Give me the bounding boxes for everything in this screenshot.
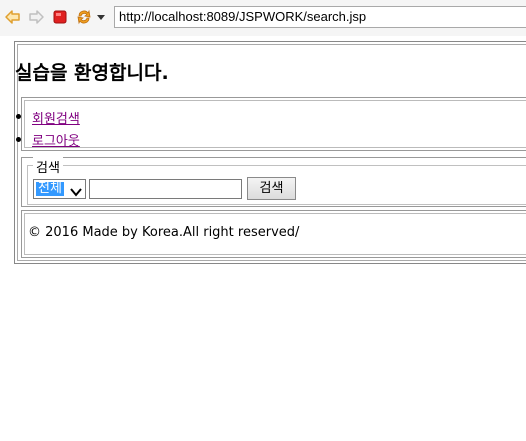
list-bullet — [16, 137, 21, 142]
footer-copyright: © 2016 Made by Korea.All right reserved/ — [28, 225, 300, 240]
chevron-down-icon — [69, 183, 83, 197]
menu-cell-inner-border — [24, 100, 526, 148]
menu-link-member-search[interactable]: 회원검색 — [32, 108, 80, 127]
dropdown-triangle-icon[interactable] — [96, 8, 106, 26]
list-bullet — [16, 114, 21, 119]
refresh-icon[interactable] — [75, 8, 93, 26]
menu-cell — [21, 97, 526, 151]
forward-arrow-icon[interactable] — [27, 8, 45, 26]
address-bar[interactable]: http://localhost:8089/JSPWORK/search.jsp — [114, 6, 526, 28]
search-button[interactable]: 검색 — [247, 177, 296, 200]
browser-toolbar: http://localhost:8089/JSPWORK/search.jsp — [0, 0, 526, 37]
stop-icon[interactable] — [51, 8, 69, 26]
page-title: 실습을 환영합니다. — [15, 62, 169, 84]
search-type-select[interactable]: 전체 — [33, 179, 86, 199]
back-arrow-icon[interactable] — [4, 8, 22, 26]
search-legend: 검색 — [33, 157, 63, 176]
page-content: 실습을 환영합니다. 회원검색 로그아웃 검색 전체 검색 © 2016 Mad… — [0, 36, 526, 441]
search-input[interactable] — [89, 179, 242, 199]
search-type-selected-value: 전체 — [36, 181, 64, 196]
menu-link-logout[interactable]: 로그아웃 — [32, 130, 80, 149]
